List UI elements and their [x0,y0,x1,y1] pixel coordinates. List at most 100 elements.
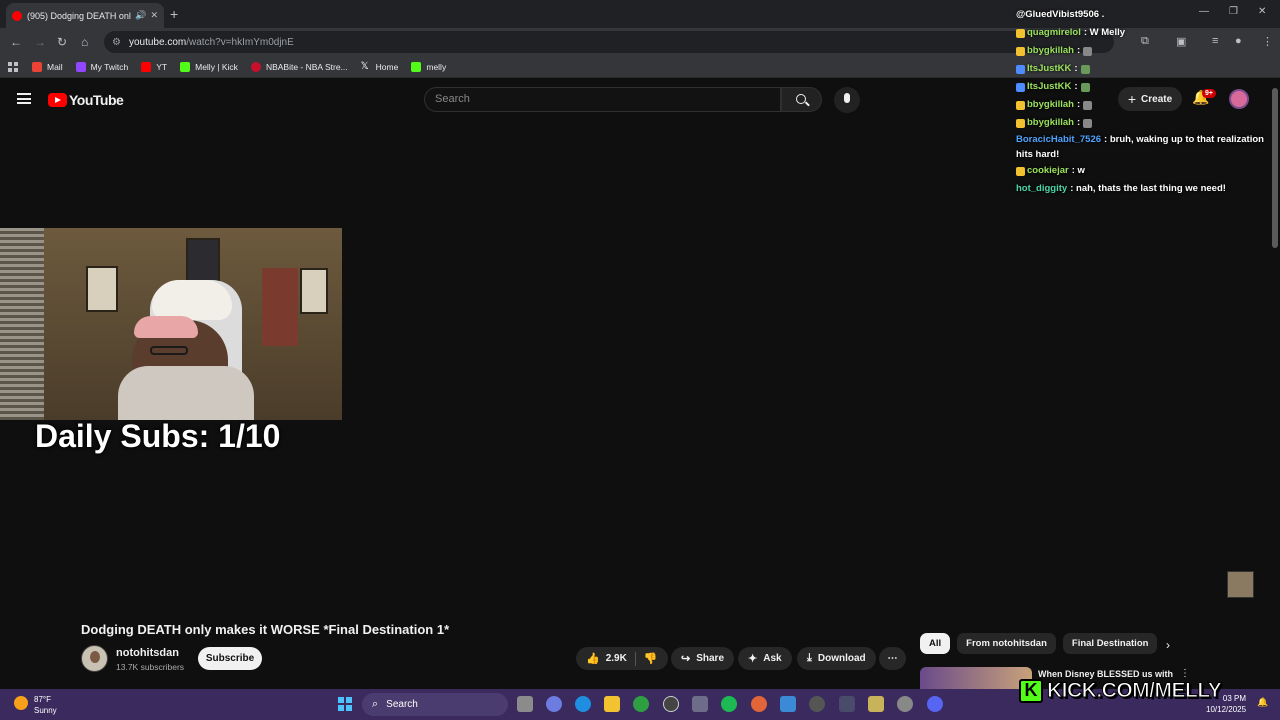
close-tab-icon[interactable]: ✕ [150,10,158,21]
speaker-icon[interactable]: 🔊 [135,10,146,21]
bookmark-melly[interactable]: melly [411,61,446,72]
daily-subs-overlay: Daily Subs: 1/10 [35,418,281,454]
address-bar[interactable]: ⚙ youtube.com/watch?v=hkImYm0djnE [104,31,1114,53]
ask-button[interactable]: ✦ Ask [738,647,792,670]
chat-badge-icon [1016,46,1025,56]
voice-search-button[interactable] [834,87,860,113]
chat-username: cookiejar [1027,165,1069,176]
kick-logo-icon: K [1019,678,1043,703]
spotify-icon[interactable] [721,696,737,712]
photos-icon[interactable] [780,696,796,712]
file-explorer-icon[interactable] [604,696,620,712]
bookmark-mail[interactable]: Mail [32,61,63,72]
chat-username: ItsJustKK [1027,81,1072,92]
recommendation-chips: All From notohitsdan Final Destination [920,633,1164,654]
chat-badge-icon [1016,64,1025,74]
youtube-wordmark: YouTube [69,92,124,108]
wall-frame [300,268,328,314]
emote-icon [1083,100,1093,110]
share-button[interactable]: ↪ Share [671,647,735,670]
chat-username: quagmirelol [1027,27,1081,38]
window-blinds [0,228,44,420]
chat-username: bbygkillah [1027,99,1074,110]
chip-final-destination[interactable]: Final Destination [1062,633,1158,654]
chat-message: ItsJustKK: [1016,60,1280,78]
apps-grid-icon[interactable] [8,61,18,72]
channel-name[interactable]: notohitsdan [116,647,179,659]
webcam-overlay [0,228,342,420]
chat-message: bbygkillah: [1016,96,1280,114]
chip-all[interactable]: All [920,633,951,654]
recommended-thumbnail[interactable] [920,667,1032,690]
chevron-right-icon[interactable]: › [1166,638,1170,652]
settings-icon[interactable] [897,696,913,712]
emote-icon [1083,118,1093,128]
ask-label: Ask [763,653,782,664]
windows-start-icon[interactable] [338,697,352,711]
weather-condition: Sunny [34,706,57,715]
kick-banner-overlay: K KICK.COM/MELLY [1019,676,1222,705]
app-icon[interactable] [839,696,855,712]
bookmark-yt[interactable]: YT [141,61,167,72]
bookmark-nbabite[interactable]: NBABite - NBA Stre... [250,61,348,72]
search-icon [796,94,806,104]
mini-player-thumbnail[interactable] [1227,571,1254,598]
like-count[interactable]: 2.9K [606,653,627,664]
obs-icon[interactable] [663,696,679,712]
divider [634,651,636,666]
url-path: /watch?v=hkImYm0djnE [186,36,294,48]
weather-widget[interactable]: 87°F Sunny [14,694,57,716]
chat-badge-icon [1016,28,1025,38]
site-info-icon[interactable]: ⚙ [112,37,121,48]
xbox-icon[interactable] [633,696,649,712]
bookmark-label: Mail [47,61,63,72]
task-view-icon[interactable] [517,696,533,712]
chat-badge-icon [1016,166,1025,176]
bookmark-label: Melly | Kick [195,61,238,72]
download-button[interactable]: ⤓ Download [797,647,876,670]
chrome-icon[interactable] [751,696,767,712]
bookmark-label: My Twitch [90,61,129,72]
discord-icon[interactable] [927,696,943,712]
taskbar-search[interactable]: ⌕ Search [362,693,508,716]
share-icon: ↪ [681,653,691,665]
kick-url: KICK.COM/MELLY [1046,678,1222,702]
more-actions-button[interactable]: ⋯ [879,647,906,670]
edge-icon[interactable] [575,696,591,712]
url-domain: youtube.com [128,36,187,48]
dislike-icon[interactable]: 👎 [644,652,658,665]
emote-icon [1080,64,1090,74]
chat-username: ItsJustKK [1027,63,1072,74]
chat-badge-icon [1016,82,1025,92]
like-icon[interactable]: 👍 [586,652,600,665]
hamburger-menu-icon[interactable] [17,93,31,104]
chat-text: w [1077,165,1085,176]
channel-avatar[interactable] [81,645,108,672]
browser-tab[interactable]: (905) Dodging DEATH only 🔊 ✕ [6,3,164,28]
new-tab-button[interactable]: + [170,6,178,22]
copilot-icon[interactable] [546,696,562,712]
youtube-logo[interactable]: YouTube [48,92,124,108]
streamer-cap [134,316,198,338]
bookmark-melly-kick[interactable]: Melly | Kick [180,61,238,72]
subscribe-button[interactable]: Subscribe [198,647,262,670]
notification-center-icon[interactable]: 🔔 [1257,697,1268,708]
chat-username: hot_diggity [1016,183,1068,194]
search-button[interactable] [781,87,822,112]
search-input[interactable]: Search [424,87,781,112]
reload-icon[interactable]: ↻ [57,35,67,49]
app-icon[interactable] [868,696,884,712]
taskbar-search-label: Search [386,699,418,710]
bookmark-my-twitch[interactable]: My Twitch [75,61,129,72]
chip-from-channel[interactable]: From notohitsdan [957,633,1056,654]
back-icon[interactable]: ← [10,35,22,49]
search-icon: ⌕ [372,698,379,710]
youtube-icon [141,61,152,72]
chat-username: bbygkillah [1027,45,1074,56]
media-player-icon[interactable] [809,696,825,712]
store-icon[interactable] [692,696,708,712]
home-icon[interactable]: ⌂ [81,35,88,49]
bookmark-home[interactable]: 𝕏 Home [361,61,399,72]
streamer-shirt [118,366,254,420]
forward-icon[interactable]: → [34,35,46,49]
